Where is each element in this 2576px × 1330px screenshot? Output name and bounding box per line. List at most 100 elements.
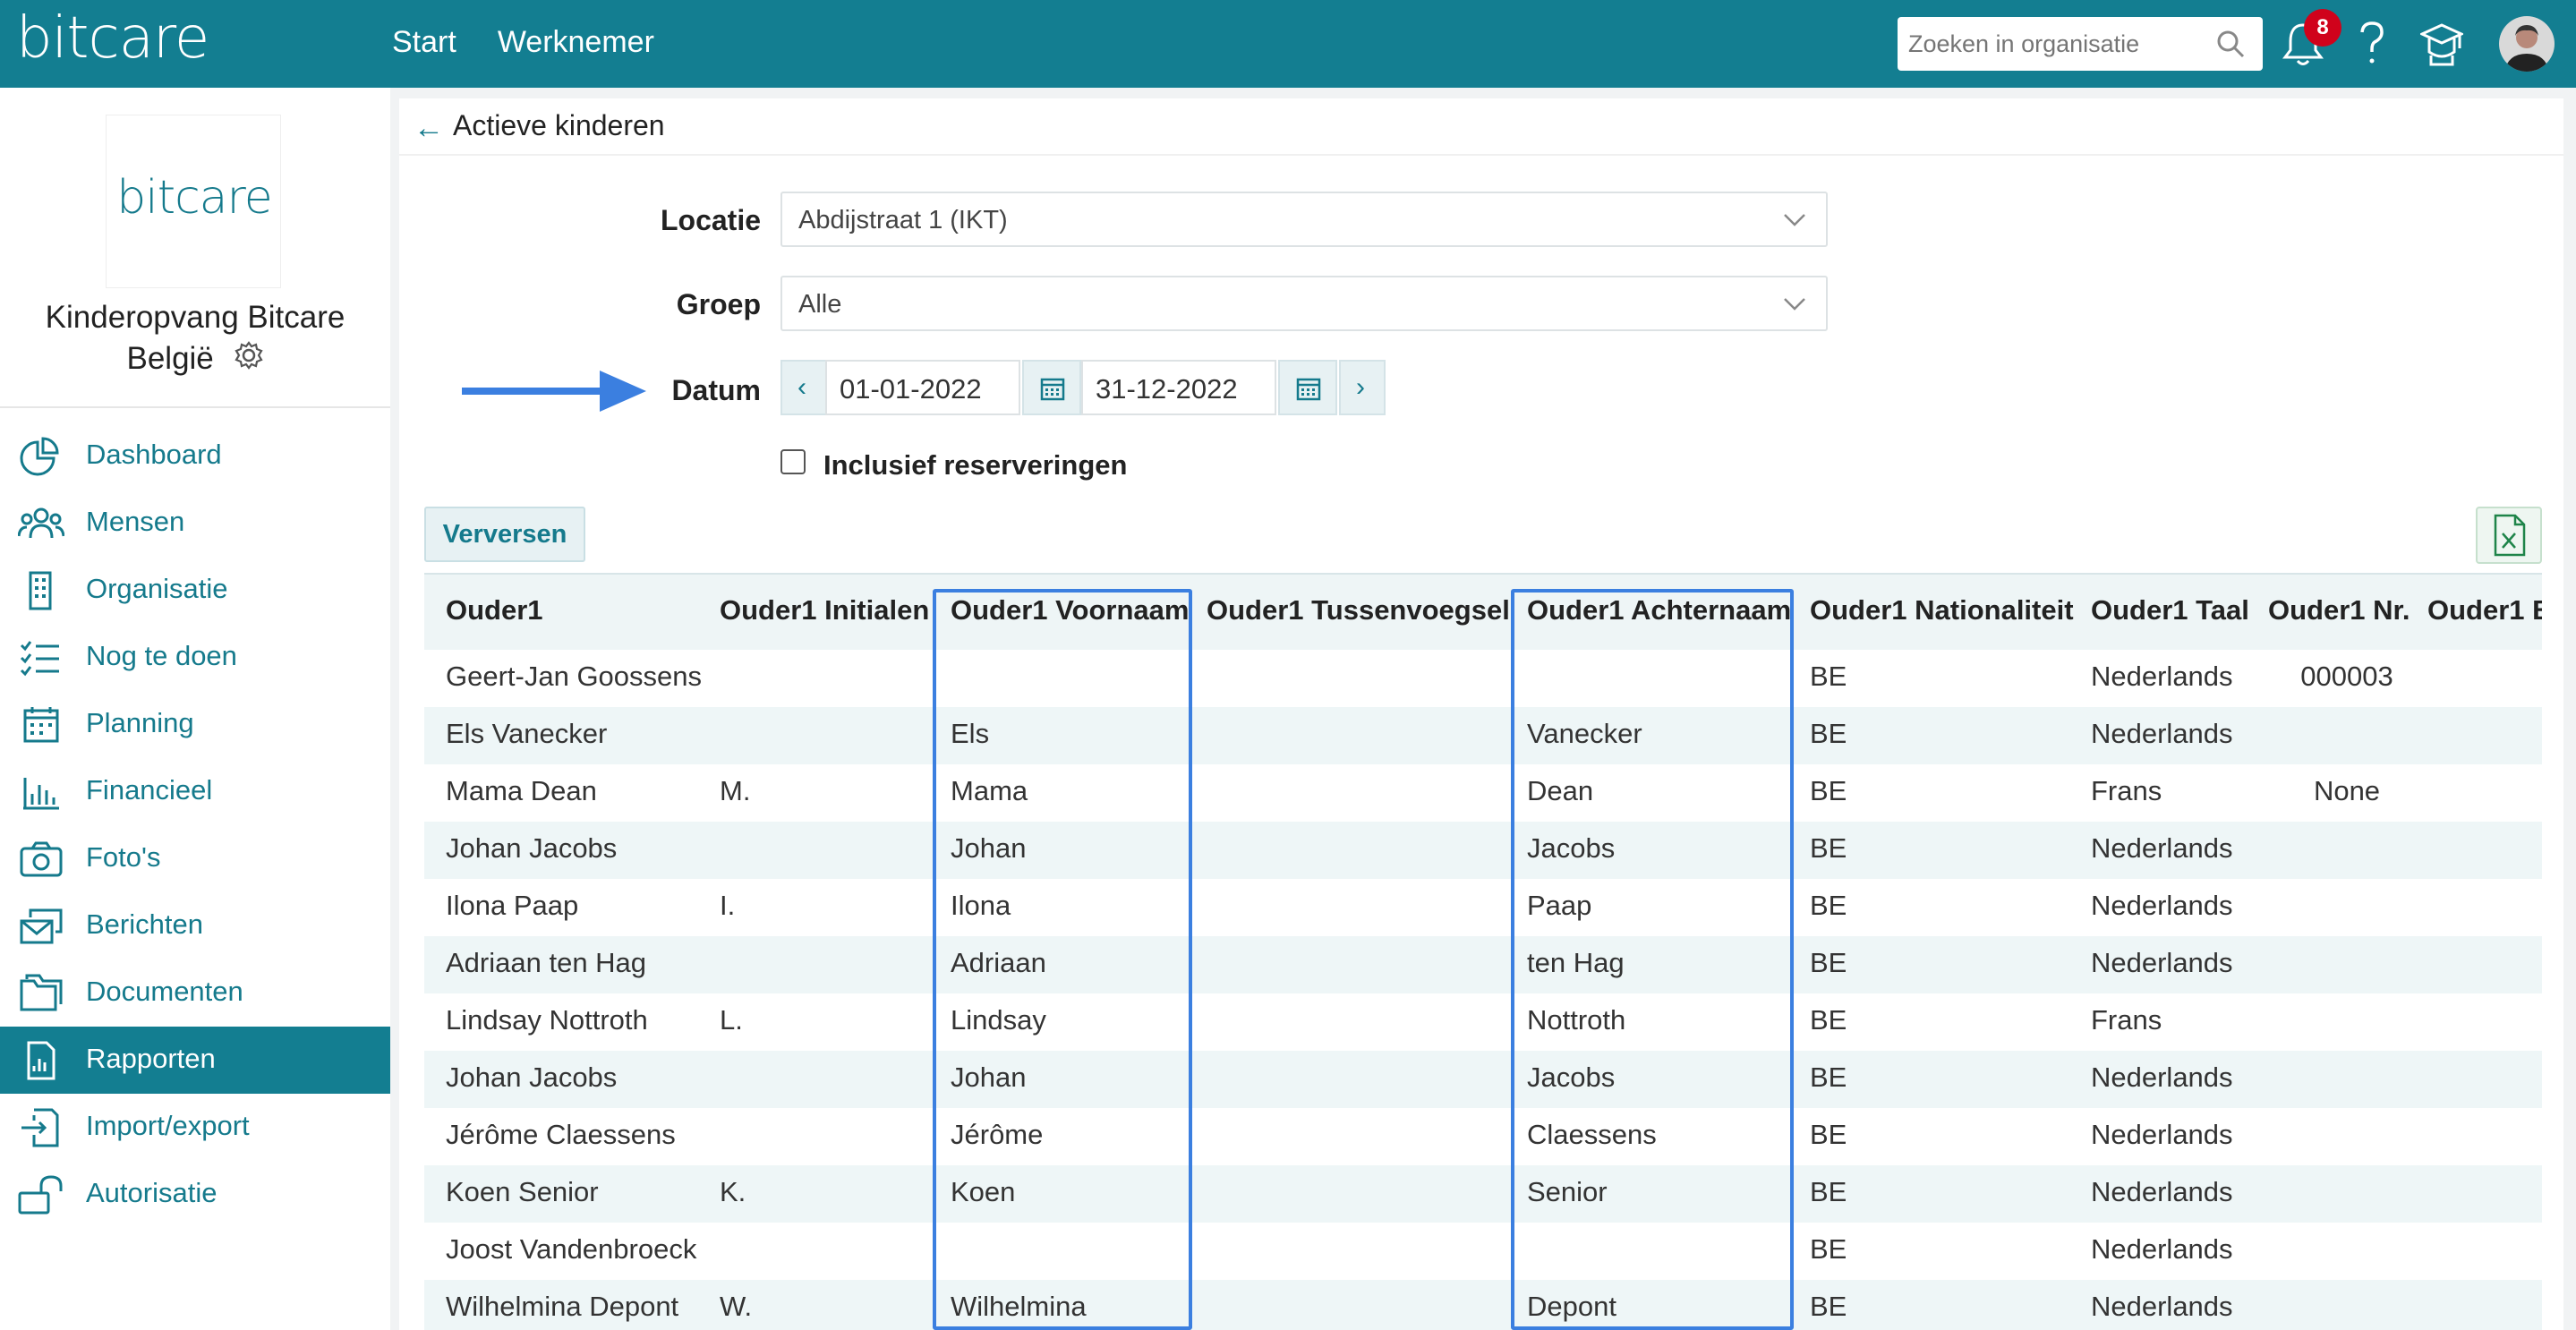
table-cell: 000003 <box>2300 661 2393 692</box>
brand-logo[interactable]: bitcare <box>16 5 209 72</box>
search-icon[interactable] <box>2214 28 2247 60</box>
table-row[interactable]: Joost Vandenbroeck BE Nederlands <box>424 1223 2542 1280</box>
sidebar-item-berichten[interactable]: Berichten <box>0 892 390 959</box>
sidebar-nav: Dashboard Mensen Organisatie Nog te doen… <box>0 422 390 1228</box>
sidebar-item-autorisatie[interactable]: Autorisatie <box>0 1161 390 1228</box>
sidebar-item-import-export[interactable]: Import/export <box>0 1094 390 1161</box>
top-nav: Start Werknemer <box>392 25 654 60</box>
table-cell: None <box>2313 775 2381 806</box>
groep-select[interactable]: Alle <box>780 276 1828 331</box>
date-from-input[interactable]: 01-01-2022 <box>825 360 1020 415</box>
table-row[interactable]: Mama Dean M. Mama Dean BE Frans None <box>424 764 2542 822</box>
folder-icon <box>20 974 63 1011</box>
date-next-button[interactable]: › <box>1339 360 1386 415</box>
sidebar-item-rapporten[interactable]: Rapporten <box>0 1027 390 1094</box>
highlight-achternaam-column <box>1511 589 1794 1330</box>
graduation-cap-icon[interactable] <box>2420 20 2463 68</box>
table-row[interactable]: Johan Jacobs Johan Jacobs BE Nederlands <box>424 1051 2542 1108</box>
app-window: bitcare Start Werknemer 8 bitcare Kinder… <box>0 0 2576 1330</box>
sidebar-item-fotos[interactable]: Foto's <box>0 825 390 892</box>
table-cell: Johan Jacobs <box>446 832 618 864</box>
table-cell: BE <box>1810 775 1847 806</box>
column-header[interactable]: Ouder1 Nationaliteit <box>1810 594 2074 627</box>
main-panel: ← Actieve kinderen Locatie Abdijstraat 1… <box>399 98 2563 1330</box>
table-cell: BE <box>1810 947 1847 978</box>
table-row[interactable]: Jérôme Claessens Jérôme Claessens BE Nederla… <box>424 1108 2542 1165</box>
table-cell: BE <box>1810 1119 1847 1150</box>
date-to-input[interactable]: 31-12-2022 <box>1081 360 1276 415</box>
topnav-start[interactable]: Start <box>392 25 456 60</box>
sidebar-item-label: Nog te doen <box>86 640 237 671</box>
table-cell: Adriaan ten Hag <box>446 947 647 978</box>
table-row[interactable]: Johan Jacobs Johan Jacobs BE Nederlands <box>424 822 2542 879</box>
table-cell: Joost Vandenbroeck <box>446 1233 697 1265</box>
sidebar-item-dashboard[interactable]: Dashboard <box>0 422 390 490</box>
chevron-down-icon <box>1784 298 1805 311</box>
gear-icon[interactable] <box>234 340 264 371</box>
table-cell: Lindsay Nottroth <box>446 1004 648 1036</box>
table-cell: Nederlands <box>2091 1291 2233 1322</box>
groep-value: Alle <box>798 290 842 319</box>
date-to-calendar-button[interactable] <box>1278 360 1337 415</box>
date-next-icon: › <box>1356 372 1365 402</box>
organisation-name-line1: Kinderopvang Bitcare <box>45 300 345 335</box>
table-row[interactable]: Wilhelmina Depont W. Wilhelmina Depont BE Ned… <box>424 1280 2542 1330</box>
column-header[interactable]: Ouder1 Nr. <box>2268 594 2410 627</box>
table-row[interactable]: Koen Senior K. Koen Senior BE Nederlands <box>424 1165 2542 1223</box>
locatie-label: Locatie <box>660 204 761 236</box>
inclusief-reserveringen-checkbox[interactable] <box>780 449 806 474</box>
table-cell: Wilhelmina Depont <box>446 1291 679 1322</box>
sidebar-item-label: Berichten <box>86 908 203 940</box>
page-header: ← Actieve kinderen <box>399 98 2563 156</box>
organisation-name-line2-wrap: België <box>9 338 381 379</box>
sidebar-item-financieel[interactable]: Financieel <box>0 758 390 825</box>
table-cell: Jérôme Claessens <box>446 1119 676 1150</box>
table-cell: Nederlands <box>2091 832 2233 864</box>
sidebar-item-documenten[interactable]: Documenten <box>0 959 390 1027</box>
refresh-button[interactable]: Verversen <box>424 507 585 562</box>
table-header: Ouder1 Ouder1 Initialen Ouder1 Voornaam … <box>424 573 2542 650</box>
column-header[interactable]: Ouder1 Initialen <box>720 594 929 627</box>
help-icon[interactable] <box>2356 20 2388 68</box>
table-row[interactable]: Lindsay Nottroth L. Lindsay Nottroth BE Frans <box>424 993 2542 1051</box>
table-cell: BE <box>1810 1061 1847 1093</box>
date-from-calendar-button[interactable] <box>1022 360 1081 415</box>
date-prev-button[interactable]: ‹ <box>780 360 827 415</box>
table-cell: BE <box>1810 1176 1847 1207</box>
sidebar-item-label: Planning <box>86 707 194 738</box>
topnav-werknemer[interactable]: Werknemer <box>498 25 654 60</box>
table-cell: Nederlands <box>2091 890 2233 921</box>
sidebar-item-mensen[interactable]: Mensen <box>0 490 390 557</box>
table-cell: Els Vanecker <box>446 718 608 749</box>
excel-export-button[interactable] <box>2476 507 2542 564</box>
avatar[interactable] <box>2499 16 2555 72</box>
column-header[interactable]: Ouder1 B <box>2427 594 2542 627</box>
table-row[interactable]: Ilona Paap I. Ilona Paap BE Nederlands <box>424 879 2542 936</box>
table-cell: BE <box>1810 1233 1847 1265</box>
locatie-value: Abdijstraat 1 (IKT) <box>798 206 1008 234</box>
sidebar-item-organisatie[interactable]: Organisatie <box>0 557 390 624</box>
table-cell: K. <box>720 1176 746 1207</box>
column-header[interactable]: Ouder1 <box>446 594 543 627</box>
table-row[interactable]: Els Vanecker Els Vanecker BE Nederlands <box>424 707 2542 764</box>
column-header[interactable]: Ouder1 Taal <box>2091 594 2249 627</box>
back-arrow-icon[interactable]: ← <box>414 111 444 146</box>
calendar-icon <box>1040 378 1065 401</box>
inclusief-reserveringen-label[interactable]: Inclusief reserveringen <box>823 449 1127 482</box>
sidebar-item-planning[interactable]: Planning <box>0 691 390 758</box>
table-row[interactable]: Geert-Jan Goossens BE Nederlands 000003 <box>424 650 2542 707</box>
sidebar-item-nog-te-doen[interactable]: Nog te doen <box>0 624 390 691</box>
column-header[interactable]: Ouder1 Tussenvoegsel <box>1207 594 1510 627</box>
table-cell: Geert-Jan Goossens <box>446 661 703 692</box>
chevron-down-icon <box>1784 214 1805 226</box>
table-cell: I. <box>720 890 736 921</box>
page-title: Actieve kinderen <box>453 109 665 141</box>
sidebar-item-label: Documenten <box>86 976 243 1007</box>
table-row[interactable]: Adriaan ten Hag Adriaan ten Hag BE Nederland… <box>424 936 2542 993</box>
datum-label: Datum <box>671 374 761 406</box>
sidebar-item-label: Import/export <box>86 1110 250 1141</box>
locatie-select[interactable]: Abdijstraat 1 (IKT) <box>780 192 1828 247</box>
date-prev-icon: ‹ <box>798 372 806 402</box>
search-input[interactable] <box>1898 17 2211 71</box>
sidebar-item-label: Financieel <box>86 774 213 806</box>
